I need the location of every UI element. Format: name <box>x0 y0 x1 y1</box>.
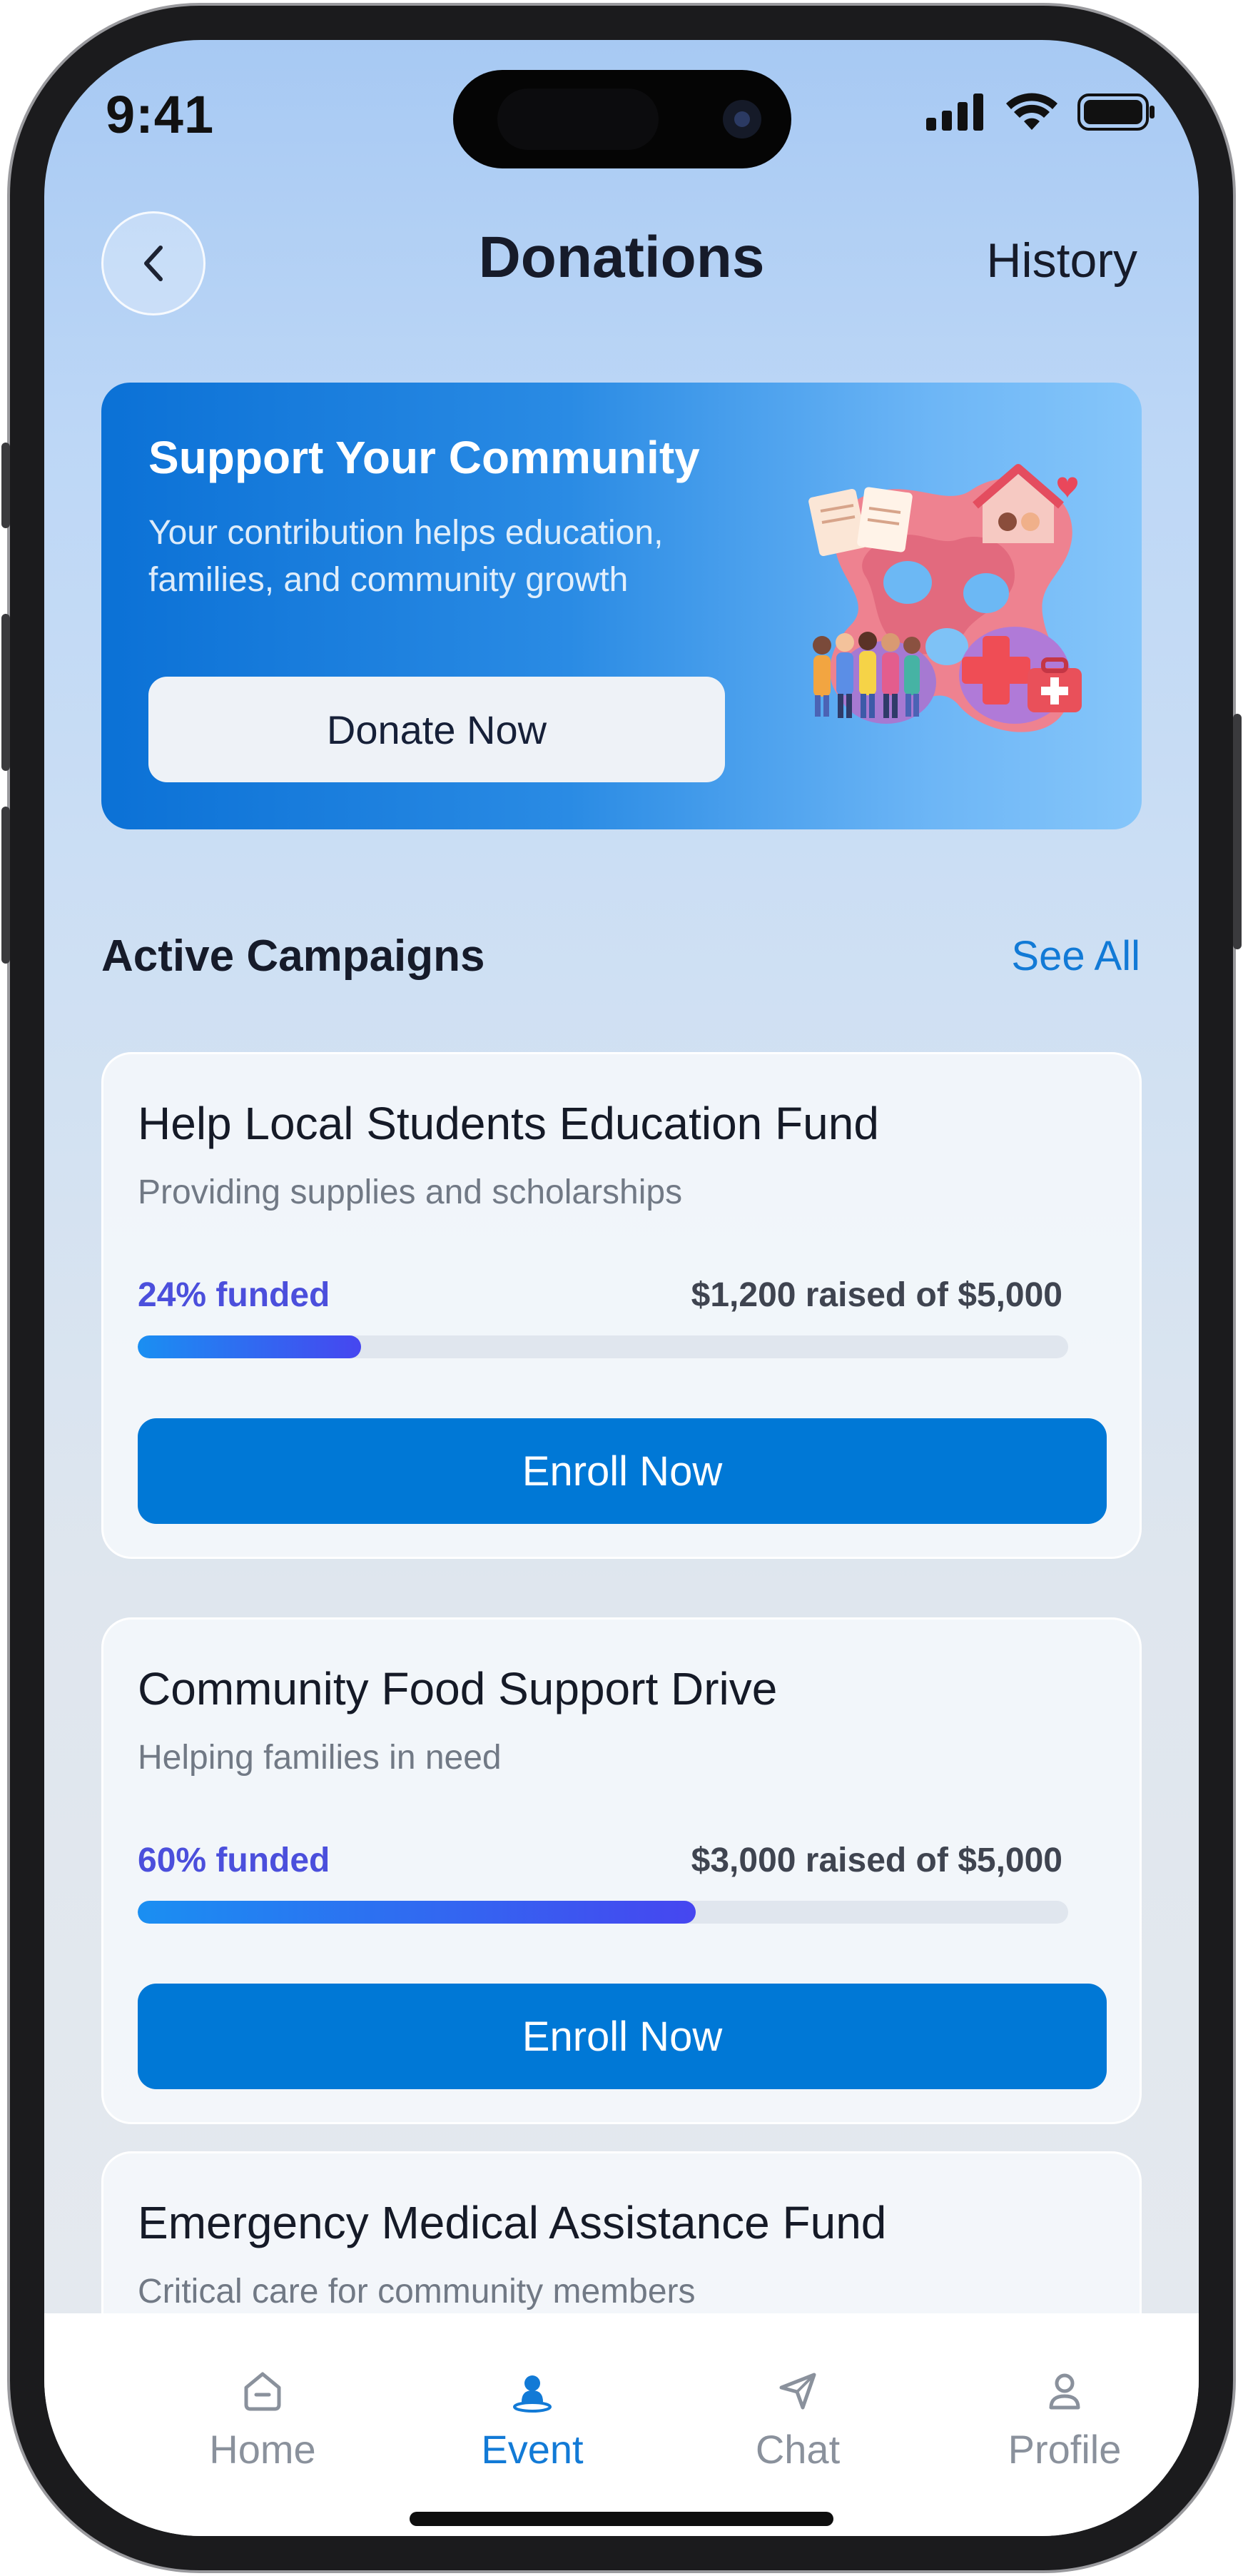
raised-amount: $3,000 raised of $5,000 <box>691 1842 1062 1879</box>
raised-amount: $1,200 raised of $5,000 <box>691 1276 1062 1314</box>
hero-subtitle: Your contribution helps education, famil… <box>148 514 664 599</box>
campaign-subtitle: Critical care for community members <box>138 2273 696 2310</box>
section-title-active-campaigns: Active Campaigns <box>101 931 485 981</box>
progress-fill <box>138 1335 361 1358</box>
bottom-tab-bar: Home Event Chat Profile <box>44 2313 1199 2536</box>
home-icon <box>244 2372 281 2411</box>
campaign-card: Community Food Support Drive Helping fam… <box>101 1617 1142 2124</box>
campaign-title: Emergency Medical Assistance Fund <box>138 2197 887 2248</box>
campaign-card: Help Local Students Education Fund Provi… <box>101 1052 1142 1559</box>
battery-icon <box>1077 94 1155 131</box>
see-all-link[interactable]: See All <box>1011 932 1140 980</box>
campaign-subtitle: Providing supplies and scholarships <box>138 1173 683 1211</box>
hero-title: Support Your Community <box>148 432 700 483</box>
app-screen: 9:41 Donations History Support Your Comm… <box>44 40 1199 2536</box>
community-illustration <box>808 464 1082 732</box>
funded-percent: 60% funded <box>138 1842 330 1879</box>
tab-label: Chat <box>755 2427 841 2472</box>
tab-home[interactable]: Home <box>156 2313 370 2472</box>
status-time: 9:41 <box>106 85 215 144</box>
progress-bar <box>138 1335 1068 1358</box>
status-icons <box>926 93 1156 131</box>
profile-icon <box>1049 2373 1080 2410</box>
tab-profile[interactable]: Profile <box>958 2313 1172 2472</box>
tab-label: Profile <box>1008 2427 1122 2472</box>
event-person-icon <box>513 2375 552 2413</box>
tab-label: Event <box>481 2427 584 2472</box>
hero-banner: Support Your Community Your contribution… <box>101 383 1142 829</box>
dynamic-island <box>453 70 791 168</box>
tab-chat[interactable]: Chat <box>691 2313 905 2472</box>
tab-event[interactable]: Event <box>425 2313 639 2472</box>
send-icon <box>779 2373 816 2410</box>
cellular-signal-icon <box>926 94 983 131</box>
donate-now-button[interactable]: Donate Now <box>148 677 725 782</box>
progress-fill <box>138 1901 696 1924</box>
funded-percent: 24% funded <box>138 1276 330 1314</box>
phone-volume-down-button <box>1 807 10 964</box>
phone-volume-up-button <box>1 614 10 771</box>
phone-side-button-action <box>1 443 10 528</box>
face-id-sensor <box>497 89 659 150</box>
enroll-now-button[interactable]: Enroll Now <box>138 1984 1107 2089</box>
history-link[interactable]: History <box>986 233 1137 288</box>
wifi-icon <box>1006 93 1057 130</box>
campaign-title: Help Local Students Education Fund <box>138 1098 879 1149</box>
tab-label: Home <box>209 2427 316 2472</box>
front-camera-icon <box>723 100 761 138</box>
campaign-title: Community Food Support Drive <box>138 1663 778 1714</box>
phone-power-button <box>1233 714 1242 949</box>
campaign-subtitle: Helping families in need <box>138 1739 502 1777</box>
enroll-now-button[interactable]: Enroll Now <box>138 1418 1107 1524</box>
progress-bar <box>138 1901 1068 1924</box>
home-indicator <box>410 2512 833 2526</box>
